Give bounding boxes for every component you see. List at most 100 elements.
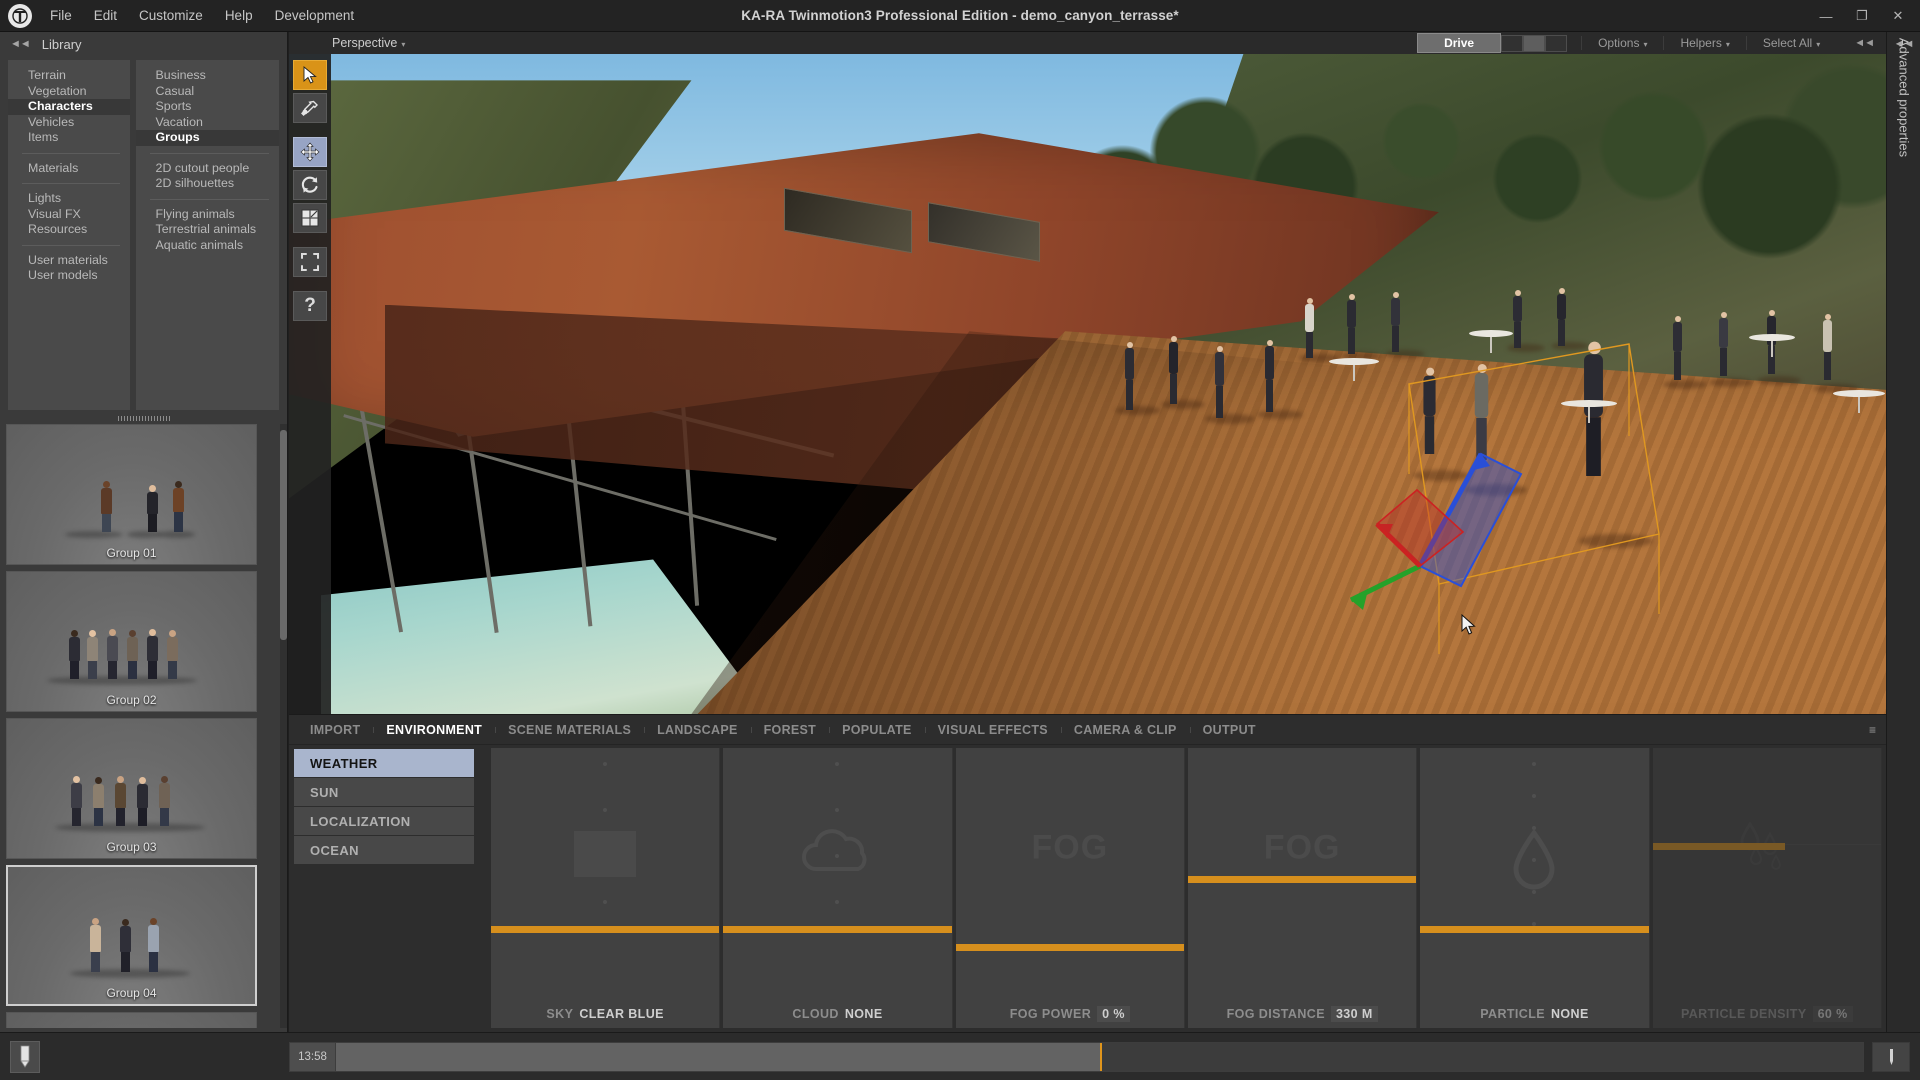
- restore-button[interactable]: ❐: [1844, 3, 1880, 29]
- timeline-playhead[interactable]: [1099, 1043, 1102, 1071]
- sky-value: CLEAR BLUE: [579, 1007, 664, 1021]
- fog-power-value[interactable]: 0 %: [1097, 1006, 1130, 1022]
- library-subcategory-2d-cutout-people[interactable]: 2D cutout people: [136, 161, 279, 177]
- drive-segment-2[interactable]: [1523, 34, 1546, 52]
- sky-slider-fill[interactable]: [491, 926, 720, 933]
- library-subcategory-business[interactable]: Business: [136, 68, 279, 84]
- rotate-tool-button[interactable]: [293, 170, 327, 200]
- library-category-vegetation[interactable]: Vegetation: [8, 84, 130, 100]
- eyedropper-tool-button[interactable]: [293, 93, 327, 123]
- fog-distance-slider-fill[interactable]: [1187, 876, 1417, 883]
- tab-visual-effects[interactable]: VISUAL EFFECTS: [924, 723, 1061, 737]
- help-tool-button[interactable]: ?: [293, 291, 327, 321]
- tab-scene-materials[interactable]: SCENE MATERIALS: [495, 723, 644, 737]
- library-subcategory-aquatic-animals[interactable]: Aquatic animals: [136, 238, 279, 254]
- window-controls: — ❐ ✕: [1808, 0, 1916, 32]
- particle-density-slider-fill[interactable]: [1652, 843, 1786, 850]
- library-category-resources[interactable]: Resources: [8, 222, 130, 238]
- library-subcategory-sports[interactable]: Sports: [136, 99, 279, 115]
- tab-import[interactable]: IMPORT: [297, 723, 373, 737]
- library-subcategory-casual[interactable]: Casual: [136, 84, 279, 100]
- particle-density-value[interactable]: 60 %: [1812, 1006, 1853, 1022]
- dock-body: WEATHER SUN LOCALIZATION OCEAN SKY CLEAR…: [289, 745, 1886, 1032]
- minimize-button[interactable]: —: [1808, 3, 1844, 29]
- library-thumbnail-item[interactable]: Group 01: [6, 424, 257, 565]
- library-category-user-models[interactable]: User models: [8, 268, 130, 284]
- transform-gizmo[interactable]: [289, 54, 1886, 714]
- drive-segment-1[interactable]: [1501, 34, 1524, 52]
- library-splitter[interactable]: [0, 414, 287, 423]
- sky-label: SKY: [546, 1007, 574, 1021]
- helpers-menu-label: Helpers: [1680, 36, 1722, 50]
- library-subcategory-terrestrial-animals[interactable]: Terrestrial animals: [136, 222, 279, 238]
- library-collapse-icon[interactable]: ◄◄: [10, 38, 31, 50]
- drive-button[interactable]: Drive: [1417, 33, 1502, 53]
- library-category-vehicles[interactable]: Vehicles: [8, 115, 130, 131]
- tab-populate[interactable]: POPULATE: [829, 723, 925, 737]
- menu-customize[interactable]: Customize: [139, 8, 203, 23]
- library-subcategory-2d-silhouettes[interactable]: 2D silhouettes: [136, 176, 279, 192]
- library-category-lights[interactable]: Lights: [8, 191, 130, 207]
- cloud-slider-fill[interactable]: [723, 926, 952, 933]
- select-tool-button[interactable]: [293, 60, 327, 90]
- timeline-bar[interactable]: 13:58: [289, 1042, 1864, 1072]
- subnav-weather[interactable]: WEATHER: [294, 749, 474, 778]
- library-thumbnail-item[interactable]: Group 03: [6, 718, 257, 859]
- 3d-viewport[interactable]: [289, 54, 1886, 714]
- subnav-localization[interactable]: LOCALIZATION: [294, 807, 474, 836]
- timeline-track[interactable]: [336, 1043, 1863, 1071]
- card-cloud[interactable]: CLOUD NONE: [723, 748, 953, 1028]
- dock-collapse-icon[interactable]: ≡: [1869, 723, 1876, 737]
- fog-power-label: FOG POWER: [1009, 1007, 1092, 1021]
- cloud-value: NONE: [844, 1007, 883, 1021]
- menu-file[interactable]: File: [50, 8, 72, 23]
- tab-output[interactable]: OUTPUT: [1189, 723, 1269, 737]
- fit-view-tool-button[interactable]: [293, 247, 327, 277]
- menu-edit[interactable]: Edit: [94, 8, 117, 23]
- close-button[interactable]: ✕: [1880, 3, 1916, 29]
- move-tool-button[interactable]: [293, 137, 327, 167]
- drive-control-group: Drive: [1417, 33, 1568, 53]
- tab-forest[interactable]: FOREST: [750, 723, 830, 737]
- options-menu[interactable]: Options ▾: [1581, 36, 1663, 50]
- keyframe-icon[interactable]: [1872, 1042, 1910, 1072]
- viewport-collapse-icon[interactable]: ◄◄: [1836, 37, 1886, 49]
- drive-segment-3[interactable]: [1545, 34, 1568, 52]
- view-mode-dropdown[interactable]: Perspective ▾: [332, 36, 405, 50]
- fog-distance-value[interactable]: 330 M: [1330, 1006, 1378, 1022]
- card-fog-power[interactable]: FOG FOG POWER 0 %: [955, 748, 1185, 1028]
- fog-power-slider-fill[interactable]: [955, 944, 1184, 951]
- library-scrollbar[interactable]: [280, 424, 287, 1028]
- library-category-user-materials[interactable]: User materials: [8, 253, 130, 269]
- library-category-characters[interactable]: Characters: [8, 99, 130, 115]
- library-category-visual-fx[interactable]: Visual FX: [8, 207, 130, 223]
- card-particle[interactable]: PARTICLE NONE: [1420, 748, 1650, 1028]
- subnav-ocean[interactable]: OCEAN: [294, 836, 474, 865]
- menu-development[interactable]: Development: [275, 8, 355, 23]
- scale-tool-button[interactable]: [293, 203, 327, 233]
- menu-help[interactable]: Help: [225, 8, 253, 23]
- tab-landscape[interactable]: LANDSCAPE: [644, 723, 750, 737]
- card-sky[interactable]: SKY CLEAR BLUE: [491, 748, 721, 1028]
- particle-slider-fill[interactable]: [1420, 926, 1649, 933]
- chevron-down-icon: ▾: [1816, 40, 1821, 49]
- library-thumbnail-item-selected[interactable]: Group 04: [6, 865, 257, 1006]
- card-particle-density[interactable]: PARTICLE DENSITY 60 %: [1652, 748, 1882, 1028]
- helpers-menu[interactable]: Helpers ▾: [1663, 36, 1745, 50]
- library-subcategory-groups[interactable]: Groups: [135, 130, 279, 146]
- select-all-menu-label: Select All: [1762, 36, 1813, 50]
- advanced-properties-panel[interactable]: ◄◄ Advanced properties: [1886, 32, 1920, 1032]
- select-all-menu[interactable]: Select All ▾: [1745, 36, 1836, 50]
- tab-environment[interactable]: ENVIRONMENT: [373, 723, 495, 737]
- library-subcategory-vacation[interactable]: Vacation: [136, 115, 279, 131]
- pen-icon[interactable]: [10, 1041, 40, 1073]
- card-fog-distance[interactable]: FOG FOG DISTANCE 330 M: [1187, 748, 1418, 1028]
- library-category-materials[interactable]: Materials: [8, 161, 130, 177]
- library-thumbnail-item[interactable]: [6, 1012, 257, 1028]
- library-category-items[interactable]: Items: [8, 130, 130, 146]
- library-subcategory-flying-animals[interactable]: Flying animals: [136, 207, 279, 223]
- library-category-terrain[interactable]: Terrain: [8, 68, 130, 84]
- library-thumbnail-item[interactable]: Group 02: [6, 571, 257, 712]
- subnav-sun[interactable]: SUN: [294, 778, 474, 807]
- tab-camera-and-clip[interactable]: CAMERA & CLIP: [1060, 723, 1190, 737]
